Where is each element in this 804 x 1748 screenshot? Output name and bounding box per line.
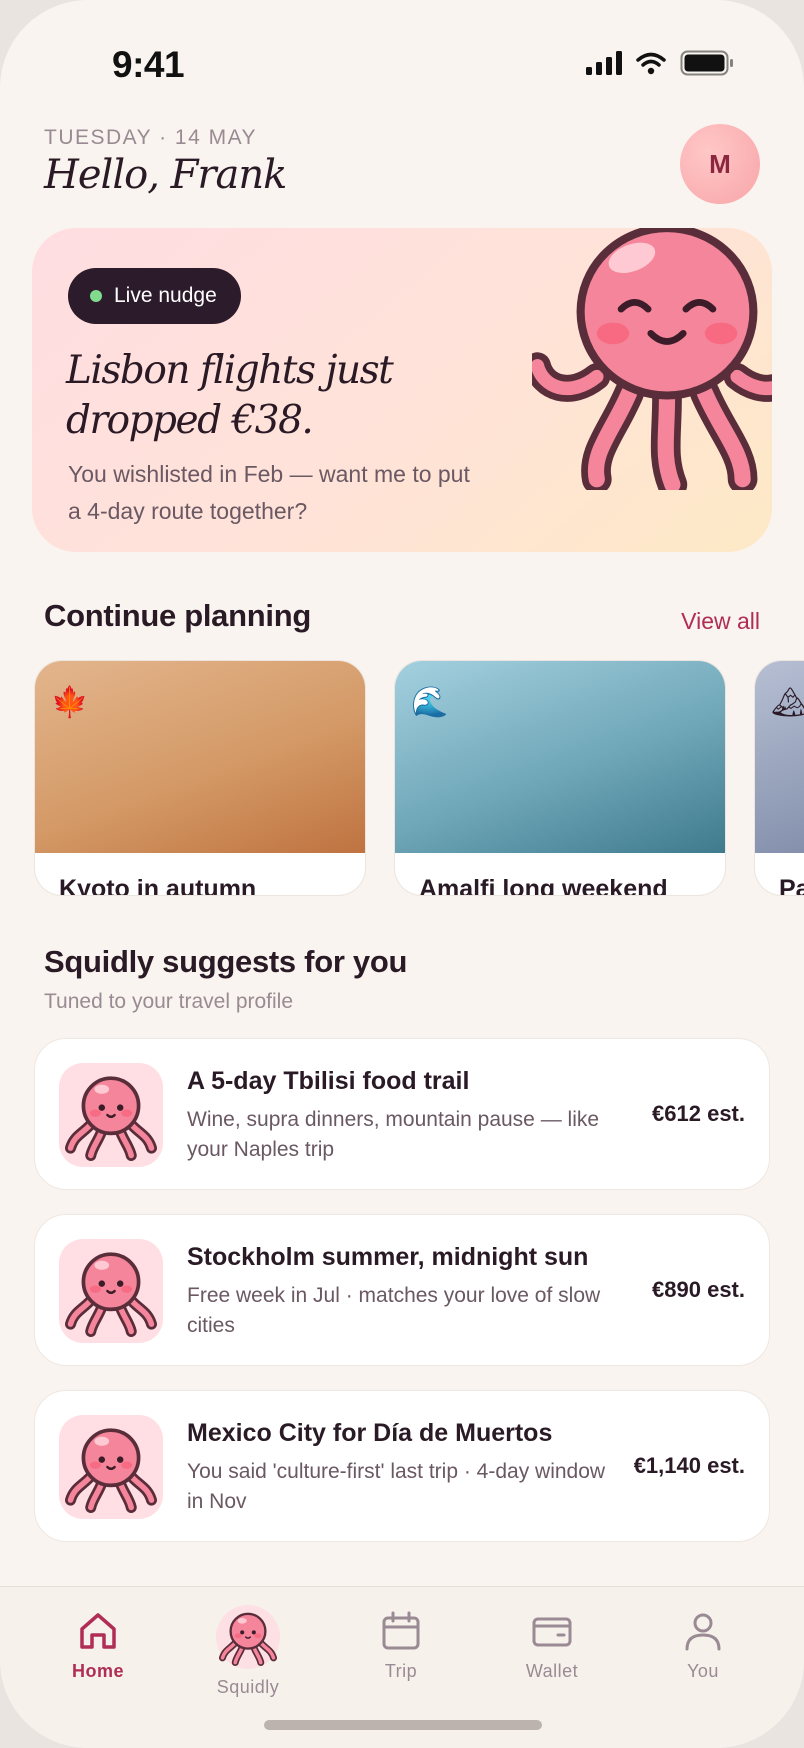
wave-icon: 🌊	[411, 686, 449, 719]
suggestion-card-mexico-city[interactable]: Mexico City for Día de Muertos You said …	[34, 1390, 770, 1542]
trip-name: Kyoto in autumn	[59, 875, 257, 896]
trip-name: Amalfi long weekend	[419, 875, 668, 896]
squidly-octopus-icon	[65, 1245, 157, 1337]
trip-name: Pa	[779, 875, 804, 896]
suggestions-subtitle: Tuned to your travel profile	[44, 990, 294, 1013]
squidly-tab-bubble	[216, 1605, 280, 1669]
trip-card-partial[interactable]: 🏔 Pa	[754, 660, 804, 896]
user-icon	[685, 1613, 721, 1651]
tab-label: You	[687, 1661, 719, 1681]
status-icons	[586, 50, 734, 76]
suggestion-thumbnail	[59, 1239, 163, 1343]
live-nudge-pill: Live nudge	[68, 268, 241, 324]
suggestion-description: Free week in Jul · matches your love of …	[187, 1284, 601, 1337]
suggestion-title: A 5-day Tbilisi food trail	[187, 1067, 470, 1095]
suggestion-card-tbilisi[interactable]: A 5-day Tbilisi food trail Wine, supra d…	[34, 1038, 770, 1190]
battery-icon	[680, 50, 733, 76]
squidly-octopus-icon	[65, 1069, 157, 1161]
wallet-icon	[532, 1617, 572, 1647]
suggestion-title: Mexico City for Día de Muertos	[187, 1419, 553, 1447]
squidly-mascot-icon	[532, 228, 772, 490]
continue-planning-title: Continue planning	[44, 598, 311, 633]
maple-leaf-icon: 🍁	[51, 686, 89, 719]
suggestion-card-stockholm[interactable]: Stockholm summer, midnight sun Free week…	[34, 1214, 770, 1366]
tab-home[interactable]: Home	[38, 1587, 158, 1707]
home-indicator	[264, 1720, 542, 1730]
calendar-icon	[382, 1611, 420, 1650]
suggestion-title: Stockholm summer, midnight sun	[187, 1243, 589, 1271]
suggestion-thumbnail	[59, 1063, 163, 1167]
signal-icon	[586, 51, 622, 75]
suggestion-price: €1,140 est.	[633, 1453, 745, 1478]
suggestion-price: €890 est.	[652, 1277, 745, 1302]
trip-card-amalfi[interactable]: 🌊 Amalfi long weekend	[394, 660, 726, 896]
suggestion-price: €612 est.	[652, 1101, 745, 1126]
mountain-icon: 🏔	[771, 685, 804, 720]
tab-trip[interactable]: Trip	[341, 1587, 461, 1707]
tab-you[interactable]: You	[643, 1587, 763, 1707]
nudge-body: You wishlisted in Feb — want me to put a…	[68, 461, 470, 524]
tab-label: Home	[71, 1661, 124, 1681]
trip-card-kyoto[interactable]: 🍁 Kyoto in autumn	[34, 660, 366, 896]
view-all-link[interactable]: View all	[681, 608, 760, 635]
tab-wallet[interactable]: Wallet	[492, 1587, 612, 1707]
suggestions-title: Squidly suggests for you	[44, 944, 408, 979]
tab-label: Squidly	[216, 1677, 280, 1697]
nudge-title: Lisbon flights just dropped €38.	[66, 348, 394, 443]
tab-label: Wallet	[525, 1661, 579, 1681]
home-icon	[80, 1613, 116, 1649]
wifi-icon	[636, 52, 666, 75]
live-dot-icon	[90, 290, 102, 302]
suggestion-thumbnail	[59, 1415, 163, 1519]
suggestion-description: You said 'culture-first' last trip · 4-d…	[187, 1460, 606, 1513]
avatar[interactable]: M	[680, 124, 760, 204]
squidly-icon	[219, 1608, 277, 1666]
squidly-octopus-icon	[65, 1421, 157, 1513]
phone-screen: 9:41 TUESDAY · 14 MAY Hello, Frank M Liv…	[0, 0, 804, 1748]
live-nudge-card[interactable]: Live nudge Lisbon flights just dropped €…	[32, 228, 772, 552]
live-nudge-label: Live nudge	[114, 284, 217, 307]
tab-squidly[interactable]: Squidly	[188, 1587, 308, 1707]
date-label: TUESDAY · 14 MAY	[44, 126, 258, 149]
greeting-title: Hello, Frank	[44, 152, 287, 198]
tab-label: Trip	[384, 1661, 418, 1681]
status-time: 9:41	[112, 44, 185, 85]
suggestion-description: Wine, supra dinners, mountain pause — li…	[187, 1108, 600, 1161]
